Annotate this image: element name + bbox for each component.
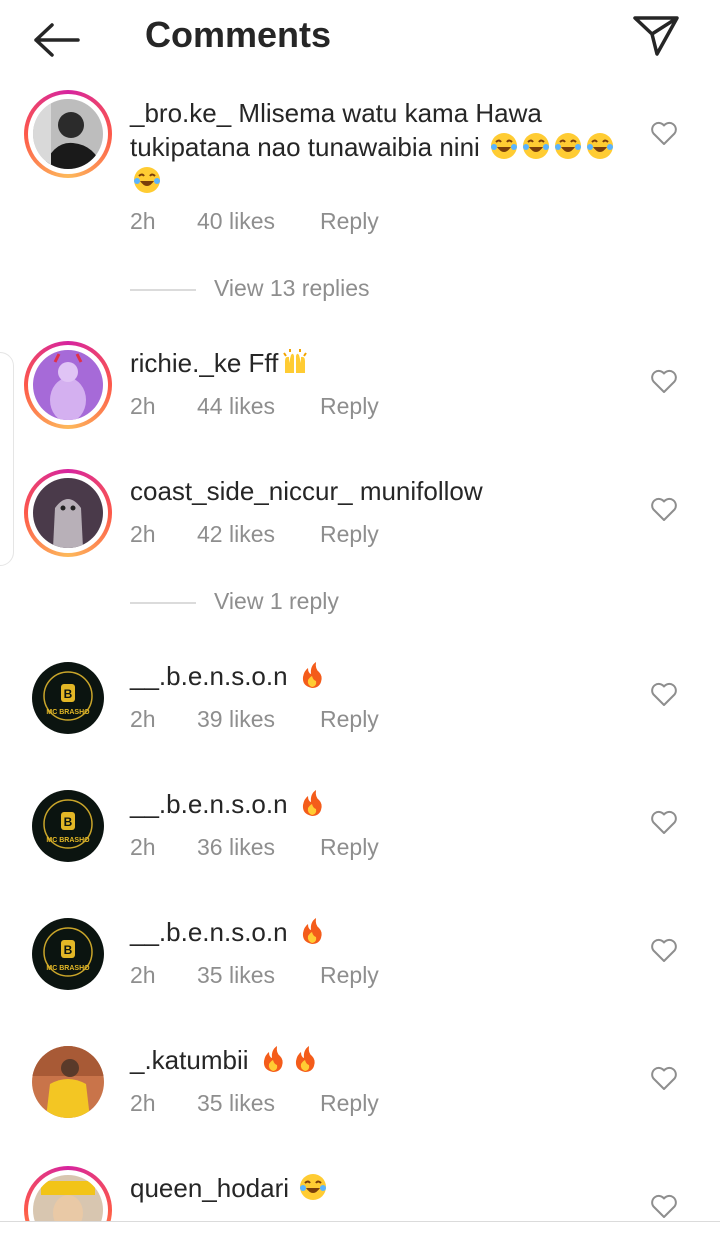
svg-text:B: B [64, 687, 73, 701]
fire-emoji-icon [256, 1045, 320, 1075]
divider-line [130, 602, 196, 604]
heart-icon[interactable] [650, 937, 678, 963]
view-replies-label: View 1 reply [214, 588, 339, 614]
laughing-emoji-icon [296, 1173, 328, 1203]
avatar[interactable] [24, 341, 112, 429]
comment-username[interactable]: __.b.e.n.s.o.n [130, 661, 288, 691]
paper-plane-icon[interactable] [630, 12, 682, 58]
reply-button[interactable]: Reply [320, 706, 379, 733]
heart-icon[interactable] [650, 809, 678, 835]
comment-username[interactable]: _bro.ke_ [130, 98, 231, 128]
reply-button[interactable]: Reply [320, 834, 379, 861]
heart-icon[interactable] [650, 681, 678, 707]
comment-likes[interactable]: 44 likes [197, 393, 275, 420]
svg-text:B: B [64, 815, 73, 829]
logo-text: MC BRASHO [46, 837, 90, 844]
reply-button[interactable]: Reply [320, 521, 379, 548]
svg-text:B: B [64, 943, 73, 957]
view-replies-label: View 13 replies [214, 275, 370, 301]
avatar[interactable] [24, 90, 112, 178]
avatar[interactable]: B MC BRASHO [24, 910, 112, 998]
page-title: Comments [145, 14, 332, 55]
heart-icon[interactable] [650, 1193, 678, 1219]
comment-username[interactable]: richie._ke [130, 348, 241, 378]
raising-hands-icon [278, 348, 310, 378]
comment-username[interactable]: __.b.e.n.s.o.n [130, 917, 288, 947]
comment-time: 2h [130, 393, 156, 419]
comment-time: 2h [130, 208, 156, 234]
comment-time: 2h [130, 962, 156, 988]
comment-likes[interactable]: 40 likes [197, 208, 275, 235]
arrow-left-icon[interactable] [30, 20, 82, 60]
divider-line [130, 289, 196, 291]
reply-button[interactable]: Reply [320, 208, 379, 235]
heart-icon[interactable] [650, 1065, 678, 1091]
fire-emoji-icon [295, 917, 327, 947]
fire-emoji-icon [295, 789, 327, 819]
comment-time: 2h [130, 834, 156, 860]
comment-username[interactable]: queen_hodari [130, 1173, 289, 1203]
avatar[interactable] [24, 1038, 112, 1126]
fire-emoji-icon [295, 661, 327, 691]
comment-likes[interactable]: 35 likes [197, 1090, 275, 1117]
comment-username[interactable]: coast_side_niccur_ [130, 476, 353, 506]
bottom-divider [0, 1221, 720, 1222]
comment-text: munifollow [359, 476, 483, 506]
avatar[interactable]: B MC BRASHO [24, 782, 112, 870]
comment-likes[interactable]: 39 likes [197, 706, 275, 733]
comment-likes[interactable]: 42 likes [197, 521, 275, 548]
heart-icon[interactable] [650, 120, 678, 146]
comment-username[interactable]: _.katumbii [130, 1045, 249, 1075]
comment-time: 2h [130, 1090, 156, 1116]
comment-username[interactable]: __.b.e.n.s.o.n [130, 789, 288, 819]
comment-text: Fff [248, 348, 279, 378]
comment-time: 2h [130, 706, 156, 732]
reply-button[interactable]: Reply [320, 962, 379, 989]
avatar[interactable] [24, 1166, 112, 1221]
comment-likes[interactable]: 36 likes [197, 834, 275, 861]
header-bar: Comments [0, 0, 720, 80]
comment-time: 2h [130, 521, 156, 547]
side-panel-edge [0, 352, 14, 566]
avatar[interactable]: B MC BRASHO [24, 654, 112, 742]
reply-button[interactable]: Reply [320, 1090, 379, 1117]
logo-text: MC BRASHO [46, 709, 90, 716]
comment-likes[interactable]: 35 likes [197, 962, 275, 989]
comment-item: queen_hodari [0, 1166, 720, 1221]
logo-text: MC BRASHO [46, 965, 90, 972]
reply-button[interactable]: Reply [320, 393, 379, 420]
avatar[interactable] [24, 469, 112, 557]
heart-icon[interactable] [650, 496, 678, 522]
heart-icon[interactable] [650, 368, 678, 394]
